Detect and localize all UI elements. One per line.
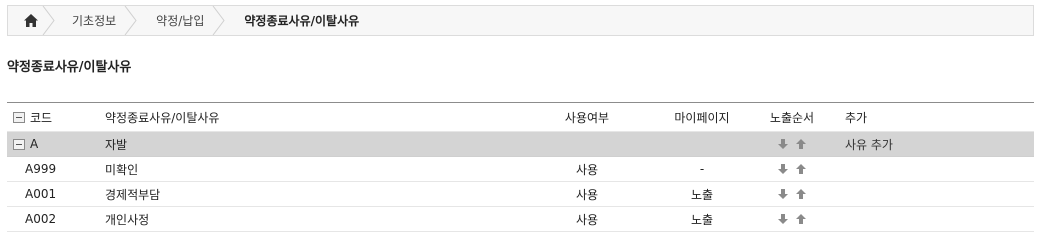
header-order: 노출순서	[769, 110, 815, 125]
header-code: 코드	[30, 110, 53, 125]
row-use: 사용	[575, 162, 599, 177]
table-group-row[interactable]: A 자발 사유 추가	[7, 132, 1034, 157]
move-down-icon[interactable]	[777, 138, 789, 150]
table-row[interactable]: A999 미확인 사용 -	[7, 157, 1034, 182]
header-name: 약정종료사유/이탈사유	[105, 110, 220, 125]
row-name[interactable]: 미확인	[105, 157, 138, 181]
home-icon[interactable]	[24, 14, 38, 27]
row-code: A001	[25, 187, 57, 201]
group-code-cell: A	[13, 132, 38, 156]
move-down-icon[interactable]	[777, 163, 789, 175]
header-mypage: 마이페이지	[674, 110, 730, 125]
group-name: 자발	[105, 137, 128, 152]
move-down-icon[interactable]	[777, 188, 789, 200]
move-up-icon[interactable]	[795, 163, 807, 175]
breadcrumb-item-label: 약정종료사유/이탈사유	[244, 14, 360, 28]
reason-table: 코드 약정종료사유/이탈사유 사용여부 마이페이지 노출순서 추가 A 자발 사…	[7, 102, 1034, 232]
group-order-controls	[762, 132, 822, 156]
collapse-group-icon[interactable]	[13, 138, 25, 150]
row-order-controls	[762, 207, 822, 231]
breadcrumb-item-label[interactable]: 기초정보	[72, 12, 116, 29]
row-mypage: -	[699, 162, 705, 176]
table-row[interactable]: A002 개인사정 사용 노출	[7, 207, 1034, 232]
move-down-icon[interactable]	[777, 213, 789, 225]
header-code-cell: 코드	[13, 103, 52, 131]
breadcrumb-item-basic-info[interactable]: 기초정보	[54, 6, 138, 35]
row-mypage: 노출	[690, 212, 714, 227]
table-header-row: 코드 약정종료사유/이탈사유 사용여부 마이페이지 노출순서 추가	[7, 103, 1034, 132]
breadcrumb-item-current: 약정종료사유/이탈사유	[226, 6, 381, 35]
row-use: 사용	[575, 187, 599, 202]
table-row[interactable]: A001 경제적부담 사용 노출	[7, 182, 1034, 207]
breadcrumb: 기초정보 약정/납입 약정종료사유/이탈사유	[7, 5, 1034, 36]
breadcrumb-home[interactable]	[8, 6, 55, 35]
header-add: 추가	[845, 110, 868, 125]
move-up-icon[interactable]	[795, 188, 807, 200]
breadcrumb-item-label[interactable]: 약정/납입	[156, 12, 204, 29]
page-title: 약정종료사유/이탈사유	[7, 60, 132, 75]
row-name[interactable]: 개인사정	[105, 207, 149, 231]
row-order-controls	[762, 157, 822, 181]
breadcrumb-item-pledge-payment[interactable]: 약정/납입	[138, 6, 226, 35]
add-reason-link[interactable]: 사유 추가	[845, 132, 893, 156]
row-code: A002	[25, 212, 57, 226]
move-up-icon[interactable]	[795, 213, 807, 225]
row-name[interactable]: 경제적부담	[105, 182, 160, 206]
breadcrumb-separator-icon	[212, 6, 226, 35]
group-code: A	[30, 137, 39, 151]
header-use: 사용여부	[564, 110, 610, 125]
row-code: A999	[25, 162, 57, 176]
collapse-all-icon[interactable]	[13, 111, 25, 123]
row-use: 사용	[575, 212, 599, 227]
row-mypage: 노출	[690, 187, 714, 202]
move-up-icon[interactable]	[795, 138, 807, 150]
row-order-controls	[762, 182, 822, 206]
breadcrumb-separator-icon	[124, 6, 137, 35]
